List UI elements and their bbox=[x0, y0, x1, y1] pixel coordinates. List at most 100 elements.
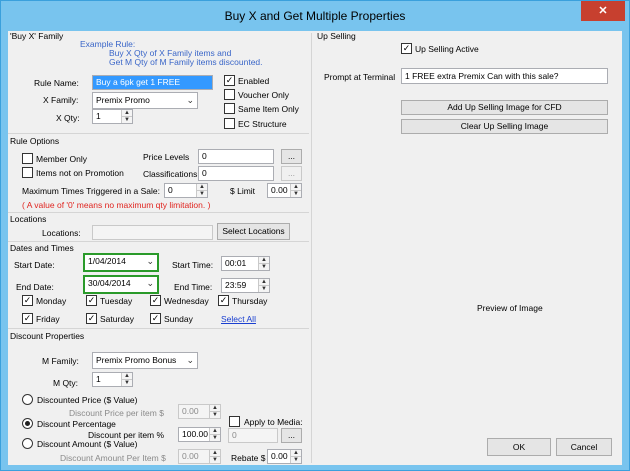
spin-down-icon[interactable]: ▼ bbox=[210, 435, 220, 442]
locations-input[interactable] bbox=[92, 225, 213, 240]
discounted-price-label: Discounted Price ($ Value) bbox=[37, 395, 138, 405]
limit-spinner[interactable]: ▲ ▼ bbox=[290, 184, 301, 197]
items-not-promo-checkbox[interactable] bbox=[22, 167, 33, 178]
x-qty-label: X Qty: bbox=[56, 113, 80, 123]
dates-group-title: Dates and Times bbox=[10, 243, 76, 253]
cancel-button[interactable]: Cancel bbox=[556, 438, 612, 456]
up-selling-active-label: Up Selling Active bbox=[415, 44, 479, 54]
classifications-browse-button[interactable]: ... bbox=[281, 166, 302, 181]
saturday-checkbox[interactable]: ✓ bbox=[86, 313, 97, 324]
x-family-select[interactable]: Premix Promo ⌄ bbox=[92, 92, 198, 109]
rule-options-group-title: Rule Options bbox=[10, 136, 62, 146]
spin-down-icon[interactable]: ▼ bbox=[122, 380, 132, 387]
x-qty-input[interactable]: 1 ▲ ▼ bbox=[92, 109, 133, 124]
select-all-link[interactable]: Select All bbox=[221, 314, 256, 324]
max-times-input[interactable]: 0 ▲ ▼ bbox=[164, 183, 208, 198]
spin-down-icon[interactable]: ▼ bbox=[197, 191, 207, 198]
discount-amount-radio[interactable] bbox=[22, 438, 33, 449]
apply-media-browse-button[interactable]: ... bbox=[281, 428, 302, 443]
x-qty-value: 1 bbox=[96, 111, 101, 121]
pct-per-item-input[interactable]: 100.00 ▲ ▼ bbox=[178, 427, 221, 442]
wednesday-checkbox[interactable]: ✓ bbox=[150, 295, 161, 306]
max-times-spinner[interactable]: ▲ ▼ bbox=[196, 184, 207, 197]
up-selling-active-checkbox[interactable]: ✓ bbox=[401, 43, 412, 54]
m-qty-spinner[interactable]: ▲ ▼ bbox=[121, 373, 132, 386]
apply-media-checkbox[interactable] bbox=[229, 416, 240, 427]
amount-per-item-spinner[interactable]: ▲ ▼ bbox=[209, 450, 220, 463]
end-time-spinner[interactable]: ▲ ▼ bbox=[258, 279, 269, 292]
voucher-only-checkbox[interactable] bbox=[224, 89, 235, 100]
end-time-label: End Time: bbox=[174, 282, 213, 292]
start-date-label: Start Date: bbox=[14, 260, 55, 270]
price-levels-input[interactable]: 0 bbox=[198, 149, 274, 164]
wednesday-label: Wednesday bbox=[164, 296, 209, 306]
divider bbox=[8, 328, 309, 329]
rebate-input[interactable]: 0.00 ▲ ▼ bbox=[267, 449, 302, 464]
m-family-label: M Family: bbox=[42, 356, 79, 366]
prompt-input[interactable]: 1 FREE extra Premix Can with this sale? bbox=[401, 68, 608, 84]
monday-checkbox[interactable]: ✓ bbox=[22, 295, 33, 306]
m-qty-value: 1 bbox=[96, 374, 101, 384]
member-only-checkbox[interactable] bbox=[22, 153, 33, 164]
max-times-value: 0 bbox=[168, 185, 173, 195]
chevron-down-icon: ⌄ bbox=[186, 95, 194, 105]
discount-group-title: Discount Properties bbox=[10, 331, 87, 341]
pct-per-item-spinner[interactable]: ▲ ▼ bbox=[209, 428, 220, 441]
rule-name-input[interactable]: Buy a 6pk get 1 FREE bbox=[92, 75, 213, 90]
sunday-checkbox[interactable]: ✓ bbox=[150, 313, 161, 324]
start-time-spinner[interactable]: ▲ ▼ bbox=[258, 257, 269, 270]
m-family-select[interactable]: Premix Promo Bonus ⌄ bbox=[92, 352, 198, 369]
thursday-checkbox[interactable]: ✓ bbox=[218, 295, 229, 306]
spin-down-icon[interactable]: ▼ bbox=[291, 457, 301, 464]
start-time-input[interactable]: 00:01 ▲ ▼ bbox=[221, 256, 270, 271]
spin-down-icon[interactable]: ▼ bbox=[259, 286, 269, 293]
window-title: Buy X and Get Multiple Properties bbox=[224, 9, 406, 23]
price-per-item-input[interactable]: 0.00 ▲ ▼ bbox=[178, 404, 221, 419]
rebate-spinner[interactable]: ▲ ▼ bbox=[290, 450, 301, 463]
start-date-value: 1/04/2014 bbox=[88, 256, 126, 266]
discount-percentage-radio[interactable] bbox=[22, 418, 33, 429]
max-times-label: Maximum Times Triggered in a Sale: bbox=[22, 186, 160, 196]
spin-down-icon[interactable]: ▼ bbox=[210, 457, 220, 464]
spin-down-icon[interactable]: ▼ bbox=[122, 117, 132, 124]
example-line-3: Get M Qty of M Family items discounted. bbox=[109, 57, 263, 67]
end-date-picker[interactable]: 30/04/2014 ⌄ bbox=[83, 275, 159, 294]
limit-input[interactable]: 0.00 ▲ ▼ bbox=[267, 183, 302, 198]
dialog-window: Buy X and Get Multiple Properties ✕ 'Buy… bbox=[0, 0, 630, 471]
enabled-checkbox[interactable]: ✓ bbox=[224, 75, 235, 86]
friday-label: Friday bbox=[36, 314, 60, 324]
ec-structure-checkbox[interactable] bbox=[224, 118, 235, 129]
same-item-only-checkbox[interactable] bbox=[224, 103, 235, 114]
amount-per-item-input[interactable]: 0.00 ▲ ▼ bbox=[178, 449, 221, 464]
start-time-value: 00:01 bbox=[225, 258, 247, 268]
add-up-selling-image-button[interactable]: Add Up Selling Image for CFD bbox=[401, 100, 608, 115]
apply-media-input[interactable]: 0 bbox=[228, 428, 278, 443]
locations-label: Locations: bbox=[42, 228, 81, 238]
discounted-price-radio[interactable] bbox=[22, 394, 33, 405]
clear-up-selling-image-button[interactable]: Clear Up Selling Image bbox=[401, 119, 608, 134]
spin-down-icon[interactable]: ▼ bbox=[259, 264, 269, 271]
classifications-label: Classifications bbox=[143, 169, 198, 179]
start-date-picker[interactable]: 1/04/2014 ⌄ bbox=[83, 253, 159, 272]
price-per-item-label: Discount Price per item $ bbox=[69, 408, 164, 418]
select-locations-button[interactable]: Select Locations bbox=[217, 223, 290, 240]
column-divider bbox=[311, 33, 312, 463]
limit-label: $ Limit bbox=[230, 186, 256, 196]
end-time-value: 23:59 bbox=[225, 280, 247, 290]
ok-button[interactable]: OK bbox=[487, 438, 551, 456]
close-button[interactable]: ✕ bbox=[581, 1, 625, 21]
tuesday-checkbox[interactable]: ✓ bbox=[86, 295, 97, 306]
spin-down-icon[interactable]: ▼ bbox=[210, 412, 220, 419]
m-qty-input[interactable]: 1 ▲ ▼ bbox=[92, 372, 133, 387]
rebate-label: Rebate $ bbox=[231, 453, 266, 463]
x-qty-spinner[interactable]: ▲ ▼ bbox=[121, 110, 132, 123]
chevron-down-icon: ⌄ bbox=[146, 278, 154, 288]
same-item-only-label: Same Item Only bbox=[238, 104, 299, 114]
apply-media-label: Apply to Media: bbox=[244, 417, 303, 427]
price-levels-browse-button[interactable]: ... bbox=[281, 149, 302, 164]
classifications-input[interactable]: 0 bbox=[198, 166, 274, 181]
price-per-item-spinner[interactable]: ▲ ▼ bbox=[209, 405, 220, 418]
end-time-input[interactable]: 23:59 ▲ ▼ bbox=[221, 278, 270, 293]
friday-checkbox[interactable]: ✓ bbox=[22, 313, 33, 324]
spin-down-icon[interactable]: ▼ bbox=[291, 191, 301, 198]
